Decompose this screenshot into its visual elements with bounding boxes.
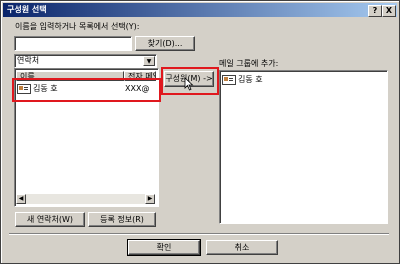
- chevron-down-icon[interactable]: ▼: [143, 56, 155, 66]
- ok-button[interactable]: 확인: [127, 239, 201, 256]
- mouse-cursor-icon: [184, 77, 194, 91]
- member-name: 김동 호: [238, 75, 263, 84]
- divider: [9, 233, 389, 235]
- group-members-list[interactable]: 김동 호: [219, 70, 388, 224]
- close-button[interactable]: X: [382, 5, 396, 17]
- name-search-input[interactable]: [14, 36, 132, 51]
- scroll-left-icon[interactable]: ◀: [16, 194, 26, 204]
- list-item[interactable]: 김동 호: [222, 74, 263, 85]
- properties-button[interactable]: 등록 정보(R): [88, 212, 156, 227]
- help-button[interactable]: ?: [368, 5, 382, 17]
- title-bar: 구성원 선택 ? X: [3, 3, 397, 17]
- address-book-select[interactable]: 연락처 ▼: [14, 54, 157, 68]
- new-contact-button[interactable]: 새 연락처(W): [15, 212, 85, 227]
- contact-card-icon: [222, 74, 236, 85]
- scroll-right-icon[interactable]: ▶: [145, 194, 155, 204]
- select-members-dialog: 구성원 선택 ? X 이름을 입력하거나 목록에서 선택(Y): 찾기(D)..…: [0, 0, 400, 264]
- horizontal-scrollbar[interactable]: ◀ ▶: [16, 194, 155, 204]
- add-to-group-label: 메일 그룹에 추가:: [219, 59, 279, 68]
- contact-row-highlight: [12, 78, 161, 102]
- search-prompt-label: 이름을 입력하거나 목록에서 선택(Y):: [15, 22, 140, 31]
- dialog-title: 구성원 선택: [7, 5, 47, 14]
- cancel-button[interactable]: 취소: [206, 240, 278, 255]
- find-button[interactable]: 찾기(D)...: [135, 36, 195, 51]
